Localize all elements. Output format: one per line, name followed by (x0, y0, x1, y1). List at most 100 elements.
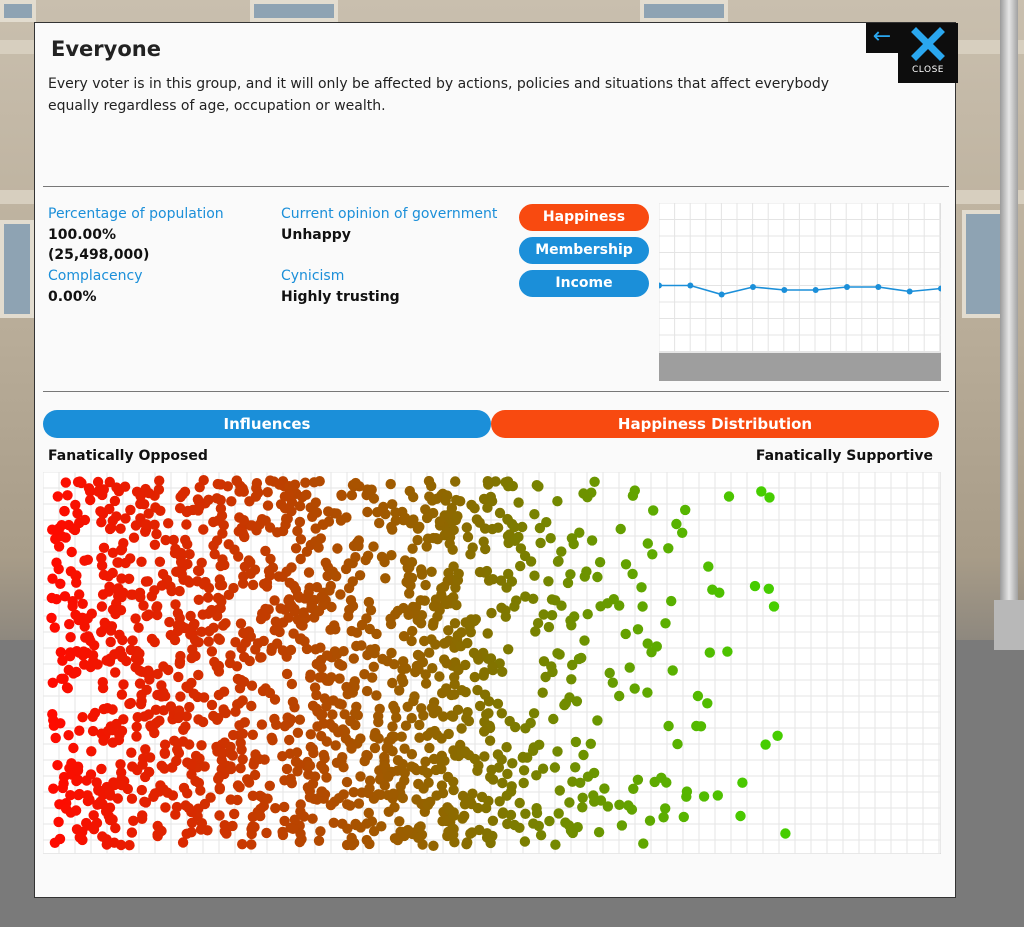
voter-dot (568, 538, 579, 550)
voter-dot (288, 628, 299, 639)
voter-dot (661, 777, 672, 788)
voter-dot (441, 598, 452, 610)
close-button[interactable]: CLOSE (898, 23, 958, 83)
voter-dot (235, 763, 246, 774)
voter-dot (374, 517, 385, 529)
voter-dot (198, 579, 210, 590)
voter-dot (483, 708, 494, 719)
membership-button[interactable]: Membership (519, 237, 649, 264)
voter-dot (564, 797, 575, 808)
voter-dot (501, 742, 512, 753)
voter-dot (434, 671, 445, 682)
back-button[interactable]: ← (866, 23, 898, 53)
voter-dot (294, 500, 306, 512)
voter-dot (482, 628, 493, 639)
voter-dot (406, 557, 418, 568)
voter-dot (226, 496, 237, 507)
voter-dot (667, 665, 678, 676)
voter-dot (383, 806, 394, 817)
bg-lamp-base (994, 600, 1024, 650)
voter-dot (544, 815, 555, 827)
voter-dot (663, 543, 674, 554)
voter-dot (355, 822, 366, 833)
voter-dot (575, 777, 586, 788)
happiness-button[interactable]: Happiness (519, 204, 649, 231)
voter-dot (416, 569, 428, 580)
voter-dot (581, 566, 592, 577)
voter-dot (695, 721, 707, 732)
voter-dot (413, 832, 424, 843)
voter-dot (426, 566, 437, 577)
voter-dot (513, 497, 524, 508)
voter-dot (703, 561, 714, 572)
line-point (781, 287, 788, 293)
voter-dot (535, 830, 547, 841)
voter-dot (230, 637, 241, 648)
voter-dot (472, 802, 484, 814)
voter-dot (74, 725, 85, 736)
voter-dot (323, 506, 334, 517)
voter-dot (698, 791, 710, 802)
voter-dot (170, 809, 181, 820)
voter-dot (189, 634, 201, 646)
voter-dot (53, 541, 65, 552)
voter-dot (249, 564, 261, 575)
voter-dot (96, 626, 107, 638)
voter-dot (105, 636, 116, 648)
voter-dot (136, 666, 147, 677)
voter-dot (74, 476, 85, 487)
voter-dot (387, 746, 398, 757)
voter-dot (722, 646, 733, 657)
voter-dot (513, 531, 524, 543)
voter-dot (70, 499, 81, 511)
tab-happiness-distribution[interactable]: Happiness Distribution (491, 410, 939, 438)
voter-dot (130, 613, 141, 624)
voter-dot (218, 686, 230, 697)
voter-dot (663, 720, 674, 732)
panel-title: Everyone (51, 37, 161, 61)
voter-dot (756, 486, 767, 497)
voter-dot (595, 795, 607, 806)
voter-dot (578, 488, 589, 499)
voter-dot (48, 783, 59, 794)
voter-dot (259, 754, 270, 765)
voter-dot (614, 600, 625, 611)
voter-dot (214, 580, 226, 591)
voter-dot (550, 595, 561, 606)
voter-dot (314, 476, 325, 487)
voter-dot (281, 668, 293, 680)
voter-dot (461, 713, 472, 724)
voter-dot (175, 556, 187, 568)
voter-dot (299, 636, 310, 647)
voter-dot (514, 822, 525, 833)
voter-dot (166, 585, 177, 597)
voter-dot (531, 770, 542, 781)
voter-dot (545, 533, 556, 544)
voter-dot (579, 635, 590, 646)
voter-dot (246, 680, 258, 691)
voter-dot (292, 727, 304, 738)
voter-dot (363, 596, 375, 608)
voter-dot (593, 827, 605, 838)
voter-dot (269, 595, 280, 606)
voter-dot (430, 639, 441, 650)
voter-dot (255, 810, 266, 822)
voter-dot (294, 714, 306, 725)
voter-dot (346, 490, 358, 501)
voter-dot (136, 813, 148, 824)
voter-dot (424, 742, 435, 754)
tab-influences[interactable]: Influences (43, 410, 491, 438)
voter-dot (51, 594, 62, 605)
income-button[interactable]: Income (519, 270, 649, 297)
voter-dot (85, 635, 96, 647)
voter-dot (262, 500, 274, 511)
voter-dot (315, 826, 326, 837)
voter-dot (235, 737, 246, 749)
voter-dot (148, 791, 159, 802)
voter-dot (346, 832, 357, 844)
voter-dot (366, 484, 377, 495)
voter-dot (234, 782, 245, 793)
voter-dot (150, 704, 162, 715)
voter-dot (174, 658, 185, 669)
voter-dot (647, 549, 658, 560)
